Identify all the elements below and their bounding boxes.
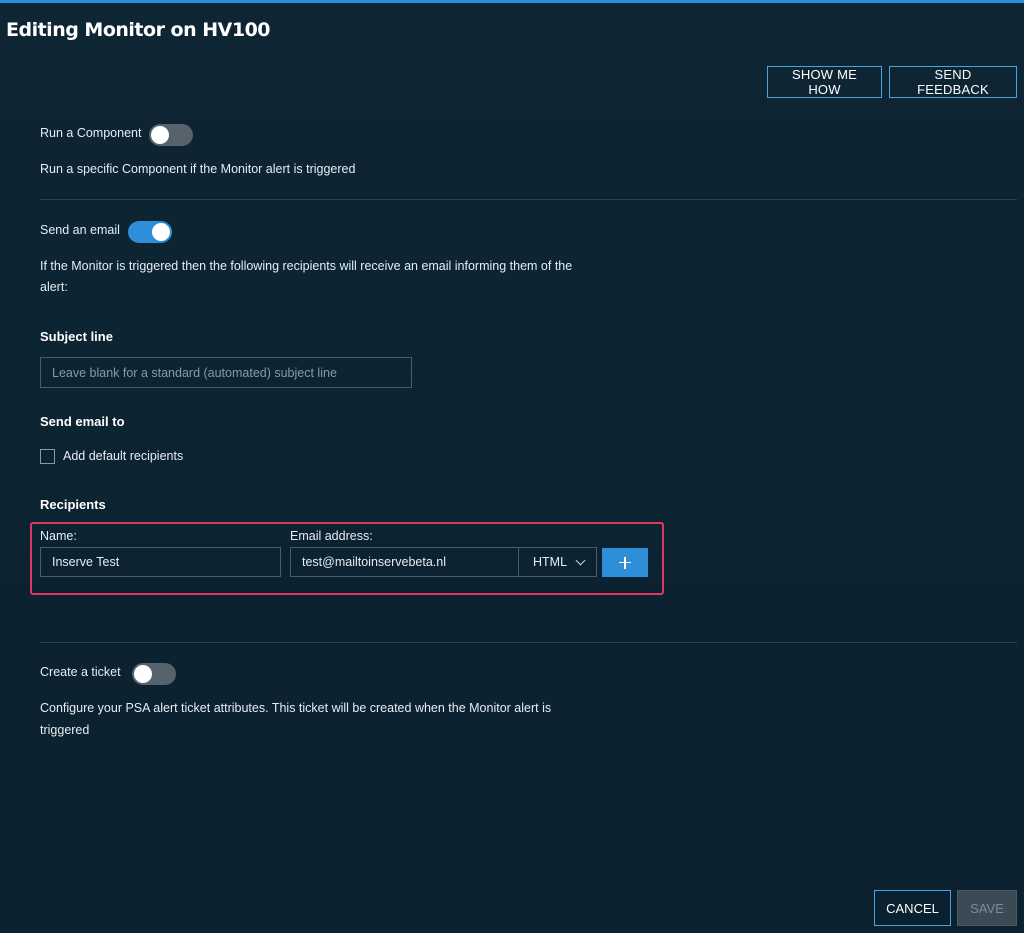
run-component-description: Run a specific Component if the Monitor … — [40, 162, 356, 176]
recipient-email-input[interactable] — [290, 547, 519, 577]
create-ticket-label: Create a ticket — [40, 665, 121, 679]
monitor-editor-page: Editing Monitor on HV100 SHOW ME HOW SEN… — [0, 0, 1024, 933]
page-title: Editing Monitor on HV100 — [6, 19, 271, 41]
create-ticket-toggle[interactable] — [132, 663, 176, 685]
toggle-knob — [134, 665, 152, 683]
default-recipients-label: Add default recipients — [63, 449, 184, 463]
email-format-select[interactable]: HTML — [518, 547, 597, 577]
recipient-email-label: Email address: — [290, 529, 373, 543]
cancel-button[interactable]: CANCEL — [874, 890, 951, 926]
default-recipients-checkbox[interactable] — [40, 449, 55, 464]
section-divider — [40, 642, 1017, 643]
recipient-name-label: Name: — [40, 529, 77, 543]
save-button[interactable]: SAVE — [957, 890, 1017, 926]
run-component-toggle[interactable] — [149, 124, 193, 146]
recipients-heading: Recipients — [40, 497, 106, 512]
show-me-how-button[interactable]: SHOW ME HOW — [767, 66, 882, 98]
send-email-description-line2: alert: — [40, 280, 68, 294]
send-email-description-line1: If the Monitor is triggered then the fol… — [40, 259, 573, 273]
recipient-name-input[interactable] — [40, 547, 281, 577]
section-divider — [40, 199, 1017, 200]
email-format-value: HTML — [533, 555, 568, 569]
add-recipient-button[interactable] — [602, 548, 648, 577]
create-ticket-description-line1: Configure your PSA alert ticket attribut… — [40, 701, 552, 715]
toggle-knob — [152, 223, 170, 241]
send-email-to-heading: Send email to — [40, 414, 125, 429]
toggle-knob — [151, 126, 169, 144]
run-component-label: Run a Component — [40, 126, 142, 140]
plus-icon — [619, 556, 631, 569]
subject-line-heading: Subject line — [40, 329, 113, 344]
create-ticket-description-line2: triggered — [40, 723, 90, 737]
send-feedback-button[interactable]: SEND FEEDBACK — [889, 66, 1017, 98]
subject-line-input[interactable] — [40, 357, 412, 388]
send-email-label: Send an email — [40, 223, 120, 237]
send-email-toggle[interactable] — [128, 221, 172, 243]
chevron-down-icon — [575, 555, 586, 565]
